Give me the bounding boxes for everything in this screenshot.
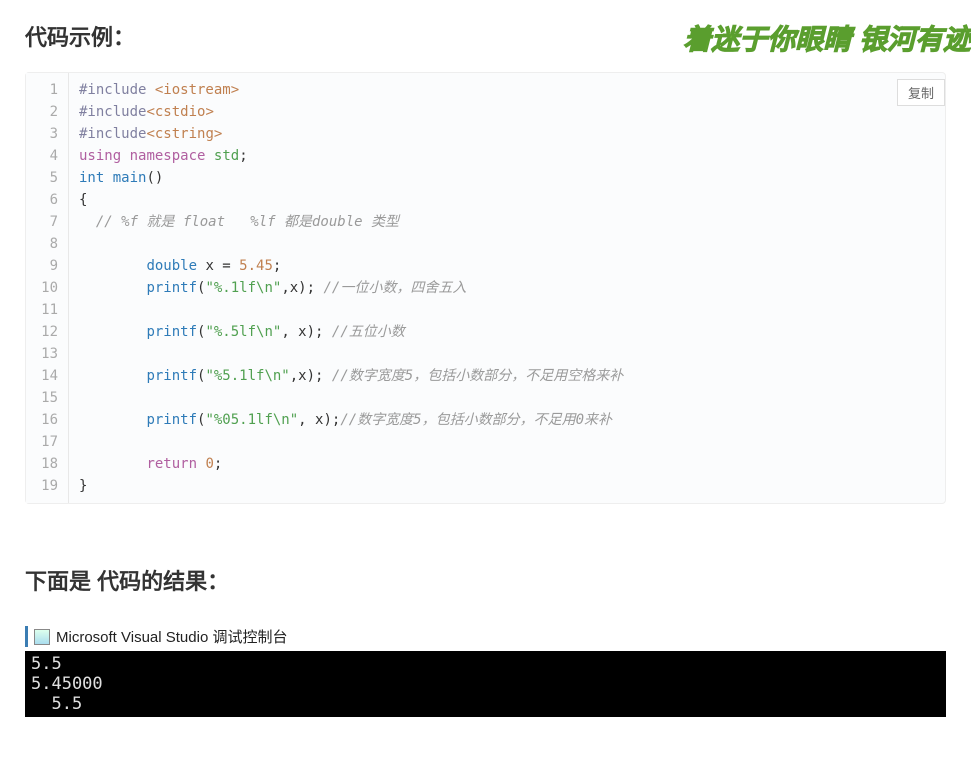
line-number: 15 (26, 387, 68, 409)
line-number: 12 (26, 321, 68, 343)
line-number: 7 (26, 211, 68, 233)
code-line (79, 387, 623, 409)
code-line (79, 343, 623, 365)
console-window: Microsoft Visual Studio 调试控制台 5.5 5.4500… (25, 626, 946, 717)
line-number: 14 (26, 365, 68, 387)
code-line (79, 233, 623, 255)
code-line: // %f 就是 float %lf 都是double 类型 (79, 211, 623, 233)
code-line: printf("%5.1lf\n",x); //数字宽度5，包括小数部分，不足用… (79, 365, 623, 387)
line-number: 5 (26, 167, 68, 189)
line-number: 4 (26, 145, 68, 167)
code-line: printf("%.5lf\n", x); //五位小数 (79, 321, 623, 343)
code-line: int main() (79, 167, 623, 189)
line-number: 13 (26, 343, 68, 365)
line-number: 9 (26, 255, 68, 277)
code-line: #include <iostream> (79, 79, 623, 101)
heading-code-example: 代码示例： (25, 20, 946, 52)
line-number: 17 (26, 431, 68, 453)
code-line: using namespace std; (79, 145, 623, 167)
line-number: 10 (26, 277, 68, 299)
code-line: } (79, 475, 623, 497)
line-number-gutter: 12345678910111213141516171819 (26, 73, 69, 503)
console-icon (34, 629, 50, 645)
line-number: 16 (26, 409, 68, 431)
code-block: 复制 12345678910111213141516171819 #includ… (25, 72, 946, 504)
code-line: printf("%05.1lf\n", x);//数字宽度5，包括小数部分，不足… (79, 409, 623, 431)
line-number: 11 (26, 299, 68, 321)
code-line: printf("%.1lf\n",x); //一位小数，四舍五入 (79, 277, 623, 299)
line-number: 1 (26, 79, 68, 101)
line-number: 3 (26, 123, 68, 145)
code-line: { (79, 189, 623, 211)
code-line: #include<cstring> (79, 123, 623, 145)
line-number: 18 (26, 453, 68, 475)
console-title: Microsoft Visual Studio 调试控制台 (56, 626, 287, 647)
code-line: double x = 5.45; (79, 255, 623, 277)
line-number: 19 (26, 475, 68, 497)
code-line: return 0; (79, 453, 623, 475)
console-output: 5.5 5.45000 5.5 (25, 651, 946, 717)
line-number: 6 (26, 189, 68, 211)
copy-button[interactable]: 复制 (897, 79, 945, 106)
line-number: 8 (26, 233, 68, 255)
code-content: #include <iostream>#include<cstdio>#incl… (69, 73, 633, 503)
heading-result: 下面是 代码的结果： (25, 564, 946, 596)
code-line (79, 299, 623, 321)
code-line: #include<cstdio> (79, 101, 623, 123)
line-number: 2 (26, 101, 68, 123)
console-title-bar: Microsoft Visual Studio 调试控制台 (25, 626, 946, 647)
code-line (79, 431, 623, 453)
